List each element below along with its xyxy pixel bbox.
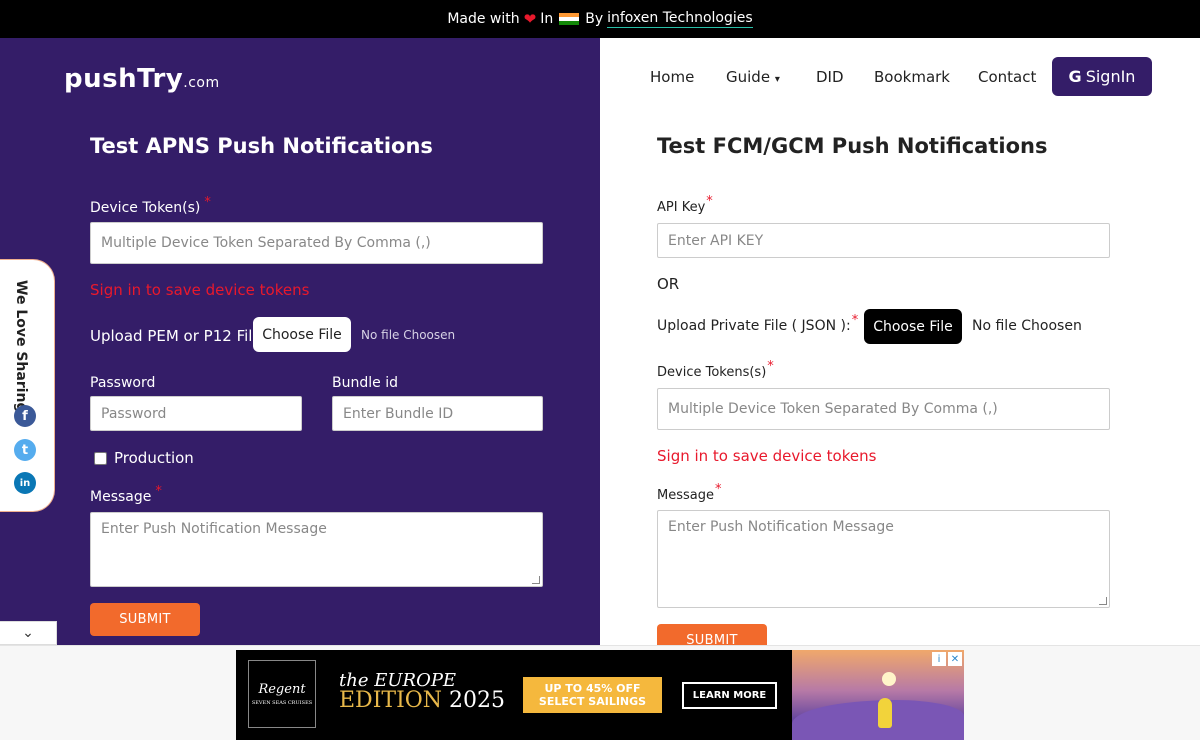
company-link[interactable]: infoxen Technologies	[607, 10, 753, 28]
collapse-share-button[interactable]: ⌄	[0, 621, 57, 645]
signin-button[interactable]: G SignIn	[1052, 57, 1152, 96]
bundle-id-input[interactable]: Enter Bundle ID	[332, 396, 543, 431]
apns-no-file-text: No file Choosen	[361, 328, 456, 342]
share-label: We Love Sharing:	[13, 280, 29, 419]
apns-submit-button[interactable]: SUBMIT	[90, 603, 200, 636]
adchoices-icon[interactable]: i	[932, 652, 946, 666]
heart-icon: ❤	[523, 10, 537, 28]
ad-promo-badge: UP TO 45% OFF SELECT SAILINGS	[523, 677, 662, 713]
apns-title: Test APNS Push Notifications	[90, 134, 433, 158]
fcm-upload-label: Upload Private File ( JSON ):*	[657, 313, 859, 334]
fcm-message-label: Message*	[657, 482, 722, 503]
resize-handle[interactable]	[532, 576, 540, 584]
fcm-choose-file-button[interactable]: Choose File	[864, 309, 962, 344]
apns-panel: pushTry.com Test APNS Push Notifications…	[0, 38, 600, 645]
fcm-no-file-text: No file Choosen	[972, 318, 1082, 334]
nav-bookmark[interactable]: Bookmark	[874, 68, 950, 86]
nav-did[interactable]: DID	[816, 68, 844, 86]
india-flag-icon	[559, 12, 580, 26]
site-logo[interactable]: pushTry.com	[64, 64, 220, 94]
share-sidebar: We Love Sharing: f t in	[0, 259, 55, 512]
nav-home[interactable]: Home	[650, 68, 694, 86]
google-icon: G	[1068, 67, 1082, 86]
ad-controls: i ✕	[932, 652, 962, 666]
production-label: Production	[114, 449, 194, 467]
fcm-signin-hint[interactable]: Sign in to save device tokens	[657, 447, 876, 465]
fcm-title: Test FCM/GCM Push Notifications	[657, 134, 1048, 158]
apns-device-token-label: Device Token(s) *	[90, 195, 211, 216]
apns-signin-hint[interactable]: Sign in to save device tokens	[90, 281, 309, 299]
chevron-down-icon: ⌄	[22, 625, 34, 641]
advertisement-banner[interactable]: Regent SEVEN SEAS CRUISES the EUROPE EDI…	[236, 650, 964, 740]
resize-handle[interactable]	[1099, 597, 1107, 605]
nav-contact[interactable]: Contact	[978, 68, 1036, 86]
fcm-device-tokens-input[interactable]: Multiple Device Token Separated By Comma…	[657, 388, 1110, 430]
fcm-device-tokens-label: Device Tokens(s)*	[657, 359, 774, 380]
ad-learn-more-button[interactable]: LEARN MORE	[682, 682, 777, 709]
or-text: OR	[657, 275, 680, 293]
facebook-icon[interactable]: f	[14, 405, 36, 427]
by-text: By	[585, 11, 604, 27]
nav-guide[interactable]: Guide ▾	[726, 68, 780, 86]
production-checkbox[interactable]	[94, 452, 107, 465]
apns-message-label: Message *	[90, 484, 162, 505]
fcm-message-textarea[interactable]: Enter Push Notification Message	[657, 510, 1110, 608]
top-banner: Made with ❤ In By infoxen Technologies	[0, 0, 1200, 38]
logo-domain: .com	[183, 75, 220, 91]
password-label: Password	[90, 375, 156, 391]
bundle-id-label: Bundle id	[332, 375, 398, 391]
signin-label: SignIn	[1085, 67, 1136, 86]
close-icon[interactable]: ✕	[948, 652, 962, 666]
made-with-text: Made with	[447, 11, 520, 27]
ad-brand-logo: Regent SEVEN SEAS CRUISES	[248, 660, 316, 728]
linkedin-icon[interactable]: in	[14, 472, 36, 494]
caret-down-icon: ▾	[774, 74, 780, 85]
password-input[interactable]: Password	[90, 396, 302, 431]
apns-choose-file-button[interactable]: Choose File	[253, 317, 351, 352]
apns-upload-label: Upload PEM or P12 File:	[90, 327, 267, 345]
in-text: In	[540, 11, 554, 27]
api-key-input[interactable]: Enter API KEY	[657, 223, 1110, 258]
twitter-icon[interactable]: t	[14, 439, 36, 461]
apns-message-textarea[interactable]: Enter Push Notification Message	[90, 512, 543, 587]
ad-headline-edition: EDITION 2025	[339, 688, 506, 713]
logo-name: pushTry	[64, 64, 184, 94]
api-key-label: API Key*	[657, 194, 713, 215]
apns-device-token-input[interactable]: Multiple Device Token Separated By Comma…	[90, 222, 543, 264]
